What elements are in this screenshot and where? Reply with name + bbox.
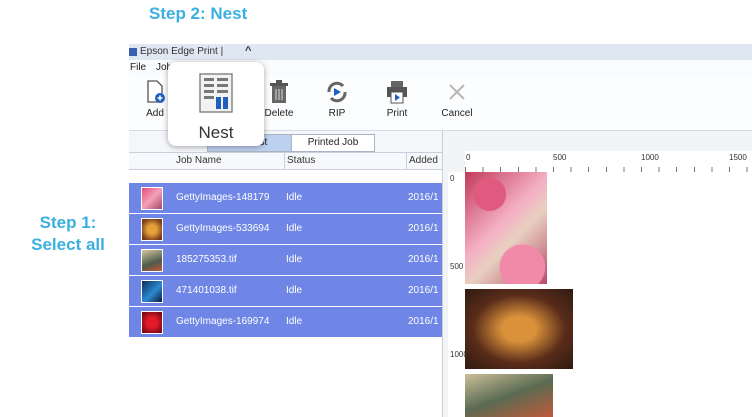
vertical-ruler: 0 500 1000: [448, 172, 468, 417]
thumbnail: [141, 280, 163, 303]
chevron-up-icon[interactable]: ^: [245, 44, 251, 59]
thumbnail: [141, 218, 163, 241]
thumbnail: [141, 311, 163, 334]
job-status: Idle: [286, 223, 303, 234]
print-label: Print: [386, 108, 408, 119]
job-name: GettyImages-169974: [176, 316, 270, 327]
col-status[interactable]: Status: [284, 153, 315, 169]
job-status: Idle: [286, 192, 303, 203]
job-name: GettyImages-533694: [176, 223, 270, 234]
job-name: 471401038.tif: [176, 285, 237, 296]
step-1-line2: Select all: [31, 235, 105, 254]
job-date: 2016/1: [408, 254, 439, 265]
nested-image-illustration[interactable]: [465, 374, 553, 417]
job-status: Idle: [286, 316, 303, 327]
thumbnail: [141, 249, 163, 272]
step-1-annotation: Step 1: Select all: [14, 212, 122, 256]
ruler-label: 0: [450, 174, 455, 183]
job-status: Idle: [286, 254, 303, 265]
nested-image-flowers[interactable]: [465, 172, 547, 284]
printer-icon: [387, 81, 407, 104]
step-1-line1: Step 1:: [39, 213, 97, 232]
window-title: Epson Edge Print |: [140, 46, 224, 57]
job-name: GettyImages-148179: [176, 192, 270, 203]
column-headers: Job Name Status Added: [129, 153, 442, 170]
tab-printed-job[interactable]: Printed Job: [291, 134, 375, 152]
table-row[interactable]: 185275353.tif Idle 2016/1: [129, 245, 442, 276]
ruler-label: 1000: [641, 153, 659, 162]
ruler-label: 0: [466, 153, 471, 162]
nest-icon: [199, 73, 233, 113]
col-job-name[interactable]: Job Name: [176, 153, 222, 169]
nested-image-burger[interactable]: [465, 289, 573, 369]
job-date: 2016/1: [408, 192, 439, 203]
table-row[interactable]: 471401038.tif Idle 2016/1: [129, 276, 442, 307]
layout-preview-panel: 0 500 1000 1500 0 500 1000: [442, 131, 752, 417]
job-list-panel: ◀ Job List Printed Job Job Name Status A…: [129, 131, 442, 417]
nest-label: Nest: [198, 123, 234, 142]
horizontal-ruler: 0 500 1000 1500: [465, 151, 752, 173]
menu-file[interactable]: File: [130, 60, 146, 76]
nest-button-highlight[interactable]: Nest: [168, 62, 264, 146]
rip-button[interactable]: RIP: [311, 78, 363, 119]
cancel-button[interactable]: Cancel: [431, 78, 483, 119]
close-icon: [449, 84, 465, 100]
ruler-label: 1500: [729, 153, 747, 162]
step-2-annotation: Step 2: Nest: [149, 4, 248, 23]
job-date: 2016/1: [408, 316, 439, 327]
rip-label: RIP: [328, 108, 346, 119]
ruler-label: 500: [450, 262, 464, 271]
add-file-icon: [147, 80, 165, 103]
trash-icon: [270, 80, 288, 103]
print-canvas[interactable]: [465, 172, 752, 417]
table-row[interactable]: GettyImages-533694 Idle 2016/1: [129, 214, 442, 245]
table-row[interactable]: GettyImages-148179 Idle 2016/1: [129, 183, 442, 214]
app-icon: [129, 48, 137, 56]
cancel-label: Cancel: [441, 108, 473, 119]
job-date: 2016/1: [408, 285, 439, 296]
job-name: 185275353.tif: [176, 254, 237, 265]
ruler-label: 500: [553, 153, 567, 162]
table-row[interactable]: GettyImages-169974 Idle 2016/1: [129, 307, 442, 338]
job-date: 2016/1: [408, 223, 439, 234]
rip-icon: [327, 81, 347, 103]
print-button[interactable]: Print: [371, 78, 423, 119]
thumbnail: [141, 187, 163, 210]
col-added[interactable]: Added: [406, 153, 443, 169]
title-bar: Epson Edge Print | ^: [129, 44, 752, 60]
job-status: Idle: [286, 285, 303, 296]
